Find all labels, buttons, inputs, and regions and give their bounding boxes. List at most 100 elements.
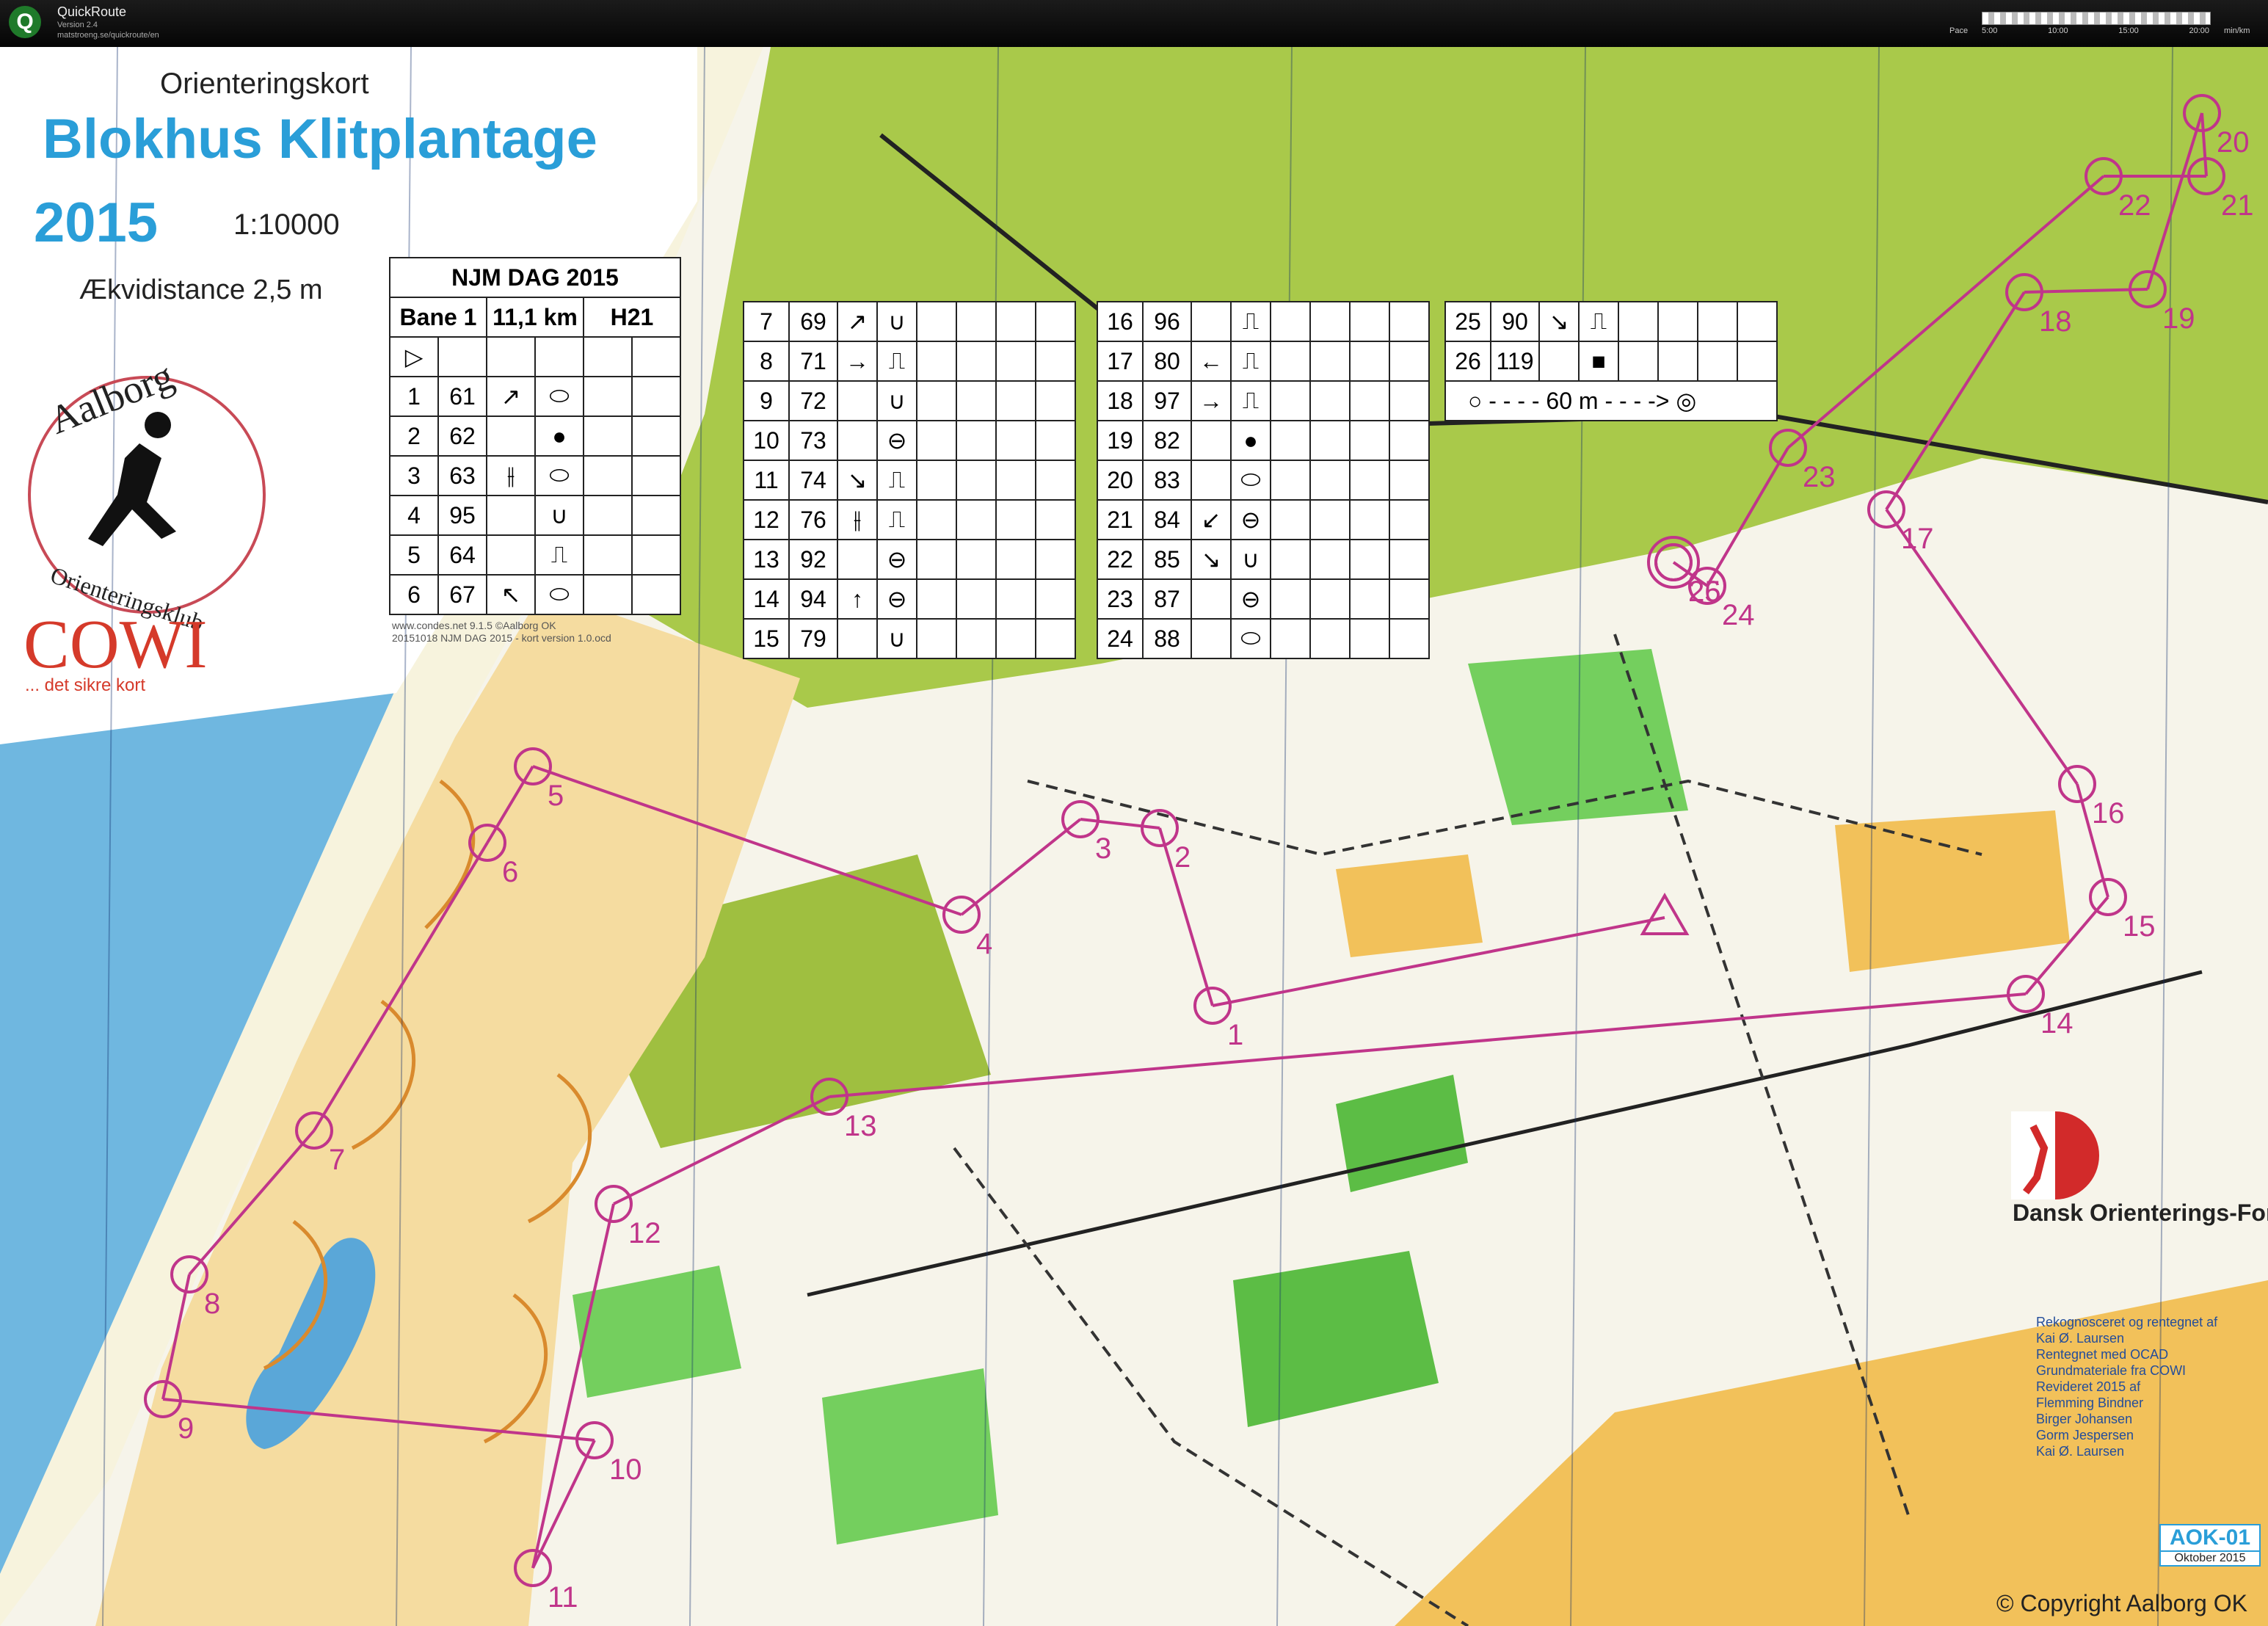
empty-cell [1035, 380, 1076, 421]
control-description-row: 5 64 ⎍ [389, 534, 681, 576]
control-code: 96 [1142, 301, 1192, 342]
app-url: matstroeng.se/quickroute/en [57, 31, 159, 40]
control-number: 21 [1097, 499, 1144, 540]
empty-cell [1309, 460, 1351, 501]
control-direction [486, 534, 536, 576]
empty-cell [1270, 499, 1311, 540]
control-number: 9 [743, 380, 790, 421]
control-feature: ⎍ [534, 534, 584, 576]
course-length: 11,1 km [486, 297, 584, 338]
empty-cell [1035, 301, 1076, 342]
control-code: 71 [788, 341, 838, 382]
empty-cell [631, 376, 681, 417]
pace-color-scale[interactable] [1982, 12, 2211, 25]
empty-cell [631, 415, 681, 457]
credit-line: Revideret 2015 af [2036, 1379, 2141, 1394]
road [807, 970, 2203, 1297]
control-number: 25 [1444, 301, 1491, 342]
control-number: 24 [1097, 618, 1144, 659]
control-label: 21 [2221, 189, 2254, 222]
control-direction: ↙ [1191, 499, 1232, 540]
empty-cell [583, 415, 633, 457]
credit-line: Birger Johansen [2036, 1412, 2133, 1426]
empty-cell [1737, 341, 1778, 382]
control-direction [486, 415, 536, 457]
control-description-row: 8 71 → ⎍ [743, 341, 1076, 382]
control-number: 16 [1097, 301, 1144, 342]
map-code-box: AOK-01 Oktober 2015 [2159, 1524, 2261, 1567]
empty-cell [1035, 539, 1076, 580]
control-feature: ⊖ [876, 420, 917, 461]
map-canvas[interactable]: Orienteringskort Blokhus Klitplantage 20… [0, 47, 2268, 1626]
empty-cell [1389, 539, 1430, 580]
map-title: Blokhus Klitplantage [43, 108, 597, 170]
empty-cell [1349, 460, 1390, 501]
empty-cell [1389, 380, 1430, 421]
control-code: 87 [1142, 578, 1192, 620]
empty-cell [1618, 341, 1659, 382]
control-feature: ∪ [534, 495, 584, 536]
course-leg [960, 818, 1082, 916]
control-code: 82 [1142, 420, 1192, 461]
control-code: 95 [437, 495, 487, 536]
empty-cell [583, 574, 633, 615]
control-direction [1191, 420, 1232, 461]
control-feature: ⎍ [876, 341, 917, 382]
control-description-row: 16 96 ⎍ [1097, 301, 1430, 342]
control-number: 10 [743, 420, 790, 461]
control-number: 1 [389, 376, 439, 417]
control-description-row: 10 73 ⊖ [743, 420, 1076, 461]
empty-cell [1349, 578, 1390, 620]
app-name: QuickRoute [57, 4, 127, 19]
empty-cell [1349, 499, 1390, 540]
control-feature: ∪ [876, 301, 917, 342]
empty-cell [1657, 301, 1698, 342]
empty-cell [916, 460, 957, 501]
control-code: 64 [437, 534, 487, 576]
map-graphics[interactable] [0, 47, 2268, 1626]
control-number: 13 [743, 539, 790, 580]
control-code: 80 [1142, 341, 1192, 382]
empty-cell [583, 495, 633, 536]
dof-logo-icon [2011, 1111, 2099, 1199]
empty-cell [995, 460, 1036, 501]
control-number: 4 [389, 495, 439, 536]
empty-cell [1349, 618, 1390, 659]
control-label: 13 [844, 1110, 877, 1142]
empty-cell [1349, 420, 1390, 461]
empty-cell [1697, 301, 1738, 342]
control-feature: ⎍ [1230, 341, 1271, 382]
control-direction: ↘ [1191, 539, 1232, 580]
sponsor-tagline: ... det sikre kort [25, 675, 146, 695]
control-description-row: 21 84 ↙ ⊖ [1097, 499, 1430, 540]
control-code: 62 [437, 415, 487, 457]
control-number: 8 [743, 341, 790, 382]
control-direction [837, 420, 878, 461]
control-code: 61 [437, 376, 487, 417]
empty-cell [583, 455, 633, 496]
empty-cell [1309, 618, 1351, 659]
control-descriptions-3: 16 96 ⎍ 17 80 ← ⎍ 18 97 → ⎍ 19 82 ● 20 83 ⬭ 21 84 ↙ ⊖ 22 85 ↘ ∪ 2… [1097, 301, 1430, 659]
start-triangle[interactable] [1640, 892, 1690, 935]
control-description-row: 20 83 ⬭ [1097, 460, 1430, 501]
empty-cell [1349, 539, 1390, 580]
software-note-line: www.condes.net 9.1.5 ©Aalborg OK [392, 620, 556, 631]
pace-tick: 5:00 [1982, 26, 1998, 35]
empty-cell [995, 618, 1036, 659]
control-feature: ⎍ [1578, 301, 1619, 342]
empty-cell [1309, 380, 1351, 421]
control-feature: ● [534, 415, 584, 457]
empty-cell [1309, 539, 1351, 580]
control-descriptions-2: 7 69 ↗ ∪ 8 71 → ⎍ 9 72 ∪ 10 73 ⊖ 11 74 ↘ ⎍ 12 76 ⫲ ⎍ 13 92 ⊖ 14 94… [743, 301, 1076, 659]
control-number: 15 [743, 618, 790, 659]
control-number: 11 [743, 460, 790, 501]
control-number: 14 [743, 578, 790, 620]
control-feature: ⬭ [534, 574, 584, 615]
control-descriptions-4: 25 90 ↘ ⎍ 26 119 ■ ○ - - - - 60 m - - - -> ◎ [1444, 301, 1778, 421]
empty-cell [1349, 341, 1390, 382]
empty-cell [995, 578, 1036, 620]
control-feature: ⬭ [1230, 618, 1271, 659]
control-code: 69 [788, 301, 838, 342]
control-label: 17 [1901, 523, 1934, 555]
contour-interval: Ækvidistance 2,5 m [79, 275, 323, 305]
